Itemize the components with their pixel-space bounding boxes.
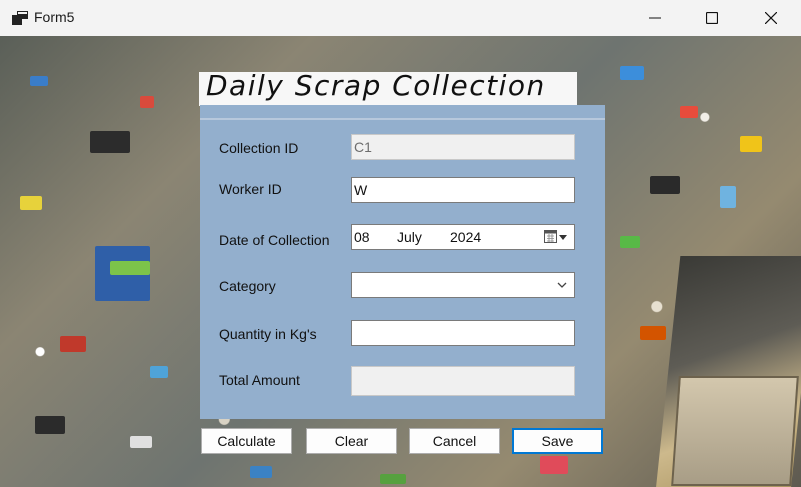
date-year[interactable]: 2024 xyxy=(450,229,481,245)
total-amount-label: Total Amount xyxy=(219,372,300,388)
date-day[interactable]: 08 xyxy=(354,229,370,245)
quantity-field[interactable] xyxy=(351,320,575,346)
close-button[interactable] xyxy=(748,0,794,36)
panel-divider xyxy=(200,118,605,120)
collection-id-label: Collection ID xyxy=(219,140,299,156)
quantity-label: Quantity in Kg's xyxy=(219,326,317,342)
minimize-icon xyxy=(649,17,661,19)
window-title: Form5 xyxy=(34,9,75,25)
calculate-button[interactable]: Calculate xyxy=(201,428,292,454)
total-amount-field[interactable] xyxy=(351,366,575,396)
close-icon xyxy=(765,12,777,24)
cancel-button[interactable]: Cancel xyxy=(409,428,500,454)
app-window-icon xyxy=(12,11,28,25)
collection-id-field[interactable]: C1 xyxy=(351,134,575,160)
worker-id-label: Worker ID xyxy=(219,181,282,197)
date-month[interactable]: July xyxy=(397,229,422,245)
clear-button[interactable]: Clear xyxy=(306,428,397,454)
category-dropdown[interactable] xyxy=(351,272,575,298)
save-button[interactable]: Save xyxy=(512,428,603,454)
category-label: Category xyxy=(219,278,276,294)
maximize-button[interactable] xyxy=(689,0,735,36)
minimize-button[interactable] xyxy=(632,0,678,36)
background-image: Daily Scrap Collection Collection ID C1 … xyxy=(0,36,801,487)
maximize-icon xyxy=(706,12,718,24)
worker-id-field[interactable]: W xyxy=(351,177,575,203)
bulldozer-bucket xyxy=(671,376,799,486)
calendar-dropdown-icon[interactable] xyxy=(544,230,568,244)
title-bar: Form5 xyxy=(0,0,801,36)
chevron-down-icon xyxy=(557,282,567,288)
date-of-collection-label: Date of Collection xyxy=(219,232,330,248)
date-picker[interactable]: 08 July 2024 xyxy=(351,224,575,250)
form-heading: Daily Scrap Collection xyxy=(206,69,546,102)
